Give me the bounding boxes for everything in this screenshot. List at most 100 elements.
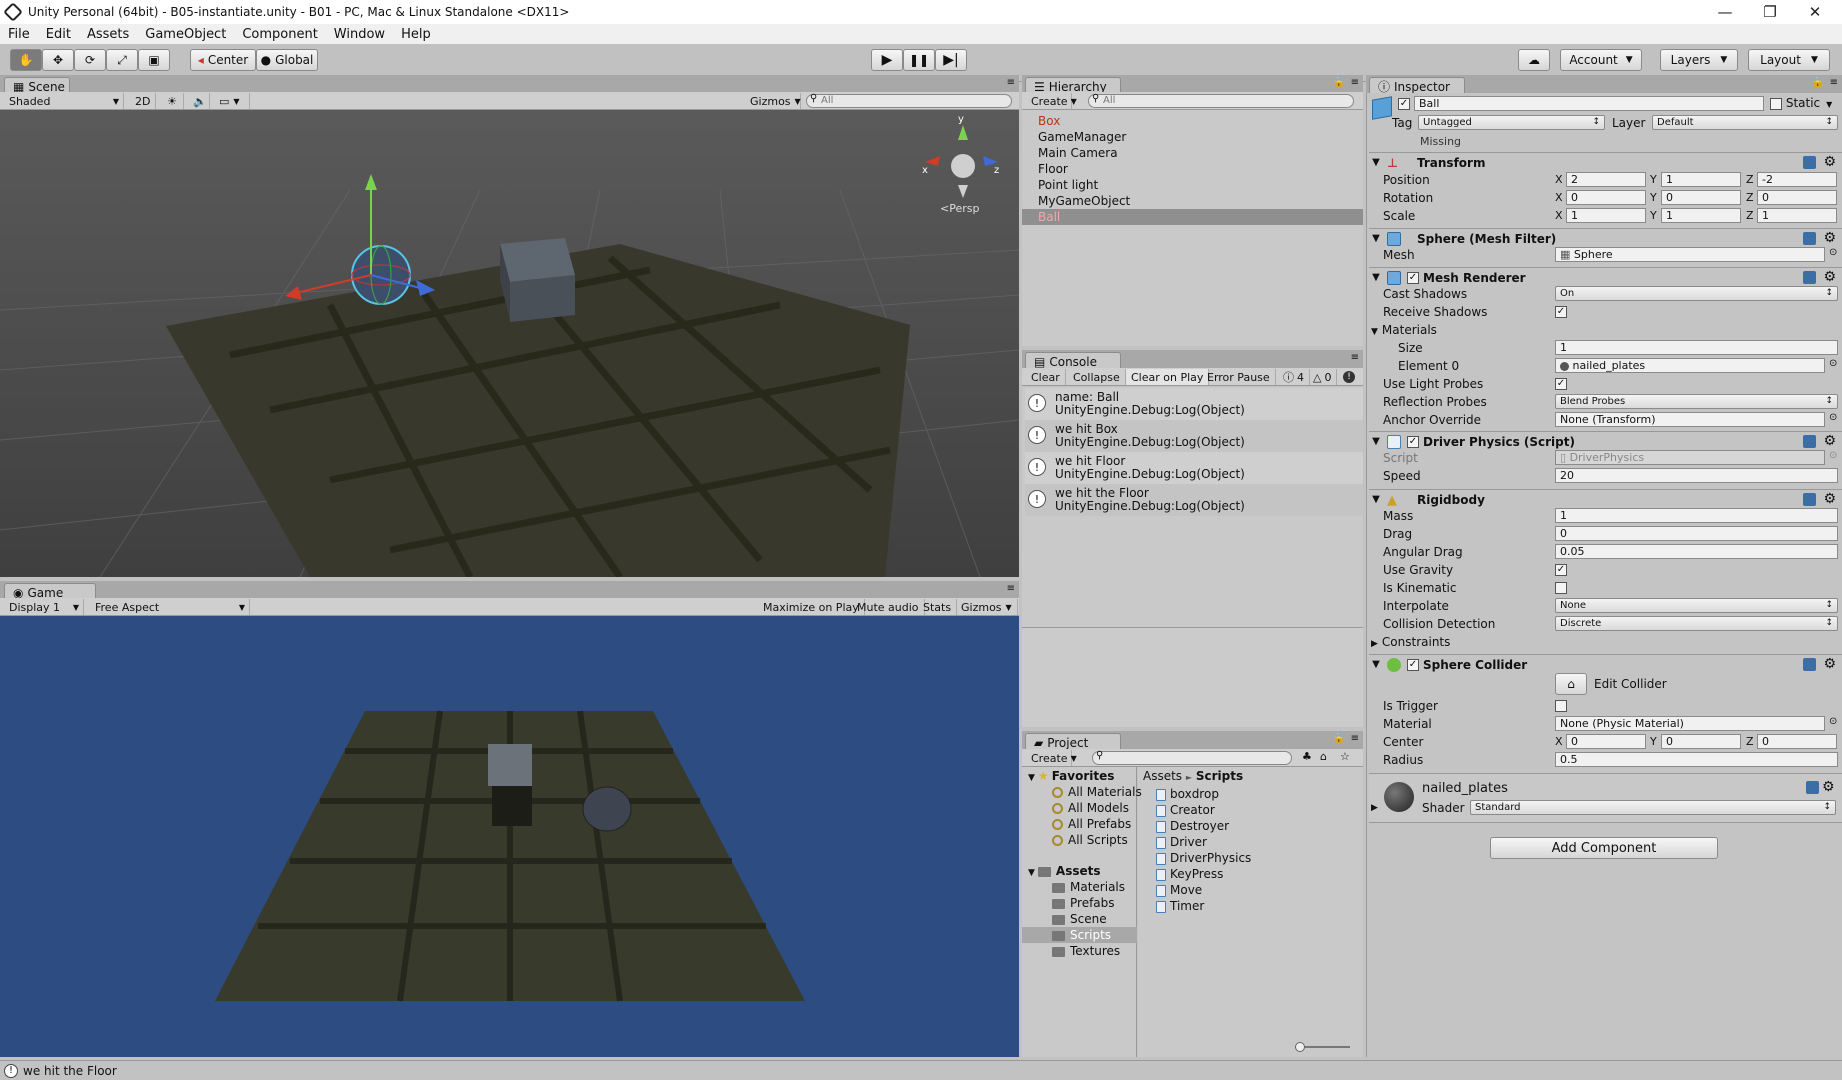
menu-window[interactable]: Window (326, 27, 393, 42)
rect-tool-button[interactable]: ▣ (138, 49, 170, 71)
status-message[interactable]: we hit the Floor (23, 1064, 117, 1078)
gear-icon[interactable]: ⚙ (1823, 491, 1836, 507)
lighting-toggle[interactable]: ☀ (162, 93, 184, 109)
drag-field[interactable]: 0 (1555, 526, 1838, 541)
hierarchy-item-main-camera[interactable]: Main Camera (1038, 146, 1118, 160)
help-icon[interactable] (1803, 493, 1816, 506)
favorite-item-materials[interactable]: All Materials (1052, 785, 1142, 799)
script-asset[interactable]: boxdrop (1156, 787, 1219, 801)
script-asset[interactable]: Driver (1156, 835, 1207, 849)
icon-size-slider[interactable] (1295, 1042, 1350, 1052)
menu-edit[interactable]: Edit (38, 27, 79, 42)
folder-materials[interactable]: Materials (1052, 880, 1125, 894)
position-x-field[interactable]: 2 (1566, 172, 1646, 187)
angular-drag-field[interactable]: 0.05 (1555, 544, 1838, 559)
add-component-button[interactable]: Add Component (1490, 837, 1718, 859)
position-z-field[interactable]: -2 (1757, 172, 1837, 187)
script-asset[interactable]: Destroyer (1156, 819, 1229, 833)
folder-textures[interactable]: Textures (1052, 944, 1120, 958)
driver-physics-header[interactable]: ▼ ✓ Driver Physics (Script) ⚙ (1369, 431, 1842, 451)
scale-x-field[interactable]: 1 (1566, 208, 1646, 223)
script-asset[interactable]: DriverPhysics (1156, 851, 1251, 865)
driver-physics-enabled-checkbox[interactable]: ✓ (1407, 435, 1419, 448)
favorites-header[interactable]: ▼ ★ Favorites (1028, 769, 1114, 783)
mesh-filter-header[interactable]: ▼ Sphere (Mesh Filter) ⚙ (1369, 228, 1842, 248)
interpolate-dropdown[interactable]: None (1555, 598, 1838, 613)
hierarchy-search-input[interactable]: All (1088, 94, 1354, 108)
edit-collider-button[interactable]: ⌂ (1555, 673, 1587, 695)
gear-icon[interactable]: ⚙ (1823, 154, 1836, 170)
object-picker-icon[interactable]: ⊙ (1829, 247, 1837, 258)
restore-button[interactable]: ❐ (1750, 0, 1790, 24)
scene-search-input[interactable]: All (806, 94, 1012, 108)
hierarchy-item-floor[interactable]: Floor (1038, 162, 1068, 176)
filter-type-icon[interactable]: ♣ (1302, 750, 1312, 763)
help-icon[interactable] (1803, 156, 1816, 169)
mode-2d-toggle[interactable]: 2D (130, 93, 156, 109)
folder-prefabs[interactable]: Prefabs (1052, 896, 1115, 910)
gameobject-name-field[interactable]: Ball (1414, 96, 1764, 111)
pivot-global-button[interactable]: ● Global (256, 49, 318, 71)
menu-component[interactable]: Component (234, 27, 325, 42)
sphere-collider-enabled-checkbox[interactable]: ✓ (1407, 658, 1419, 671)
mute-audio-toggle[interactable]: Mute audio (852, 599, 925, 615)
lock-icon[interactable]: 🔒 (1333, 77, 1345, 88)
speed-field[interactable]: 20 (1555, 468, 1838, 483)
console-error-filter[interactable]: ! (1338, 369, 1360, 385)
maximize-on-play-toggle[interactable]: Maximize on Play (758, 599, 865, 615)
assets-header[interactable]: ▼ Assets (1028, 864, 1101, 878)
is-kinematic-checkbox[interactable] (1555, 580, 1567, 594)
favorite-item-prefabs[interactable]: All Prefabs (1052, 817, 1131, 831)
mesh-renderer-header[interactable]: ▼ ✓ Mesh Renderer ⚙ (1369, 267, 1842, 287)
shader-dropdown[interactable]: Standard (1470, 800, 1836, 815)
center-y-field[interactable]: 0 (1661, 734, 1741, 749)
breadcrumb-scripts[interactable]: Scripts (1196, 769, 1243, 783)
panel-menu-icon[interactable]: ≡ (1007, 583, 1015, 594)
rotation-x-field[interactable]: 0 (1566, 190, 1646, 205)
folder-scene[interactable]: Scene (1052, 912, 1107, 926)
panel-menu-icon[interactable]: ≡ (1351, 352, 1359, 363)
close-button[interactable]: ✕ (1795, 0, 1835, 24)
gear-icon[interactable]: ⚙ (1823, 433, 1836, 449)
move-tool-button[interactable]: ✥ (42, 49, 74, 71)
hierarchy-item-ball[interactable]: Ball (1038, 210, 1060, 224)
cast-shadows-dropdown[interactable]: On (1555, 286, 1838, 301)
collision-detection-dropdown[interactable]: Discrete (1555, 616, 1838, 631)
rotation-y-field[interactable]: 0 (1661, 190, 1741, 205)
rotate-tool-button[interactable]: ⟳ (74, 49, 106, 71)
mesh-field[interactable]: ▦ Sphere (1555, 247, 1825, 262)
light-probes-checkbox[interactable]: ✓ (1555, 376, 1567, 390)
lock-icon[interactable]: 🔒 (1812, 77, 1824, 88)
gear-icon[interactable]: ⚙ (1823, 656, 1836, 672)
project-search-input[interactable] (1092, 751, 1292, 765)
layer-dropdown[interactable]: Default (1652, 115, 1838, 130)
gear-icon[interactable]: ⚙ (1823, 230, 1836, 246)
console-entry[interactable]: ! we hit Box UnityEngine.Debug:Log(Object) (1025, 420, 1363, 452)
account-dropdown[interactable]: Account ▼ (1560, 49, 1642, 71)
help-icon[interactable] (1803, 658, 1816, 671)
use-gravity-checkbox[interactable]: ✓ (1555, 562, 1567, 576)
pause-button[interactable]: ❚❚ (903, 49, 935, 71)
materials-size-field[interactable]: 1 (1555, 340, 1838, 355)
mesh-renderer-enabled-checkbox[interactable]: ✓ (1407, 271, 1419, 284)
hierarchy-create-dropdown[interactable]: Create ▼ (1026, 93, 1077, 109)
favorite-item-scripts[interactable]: All Scripts (1052, 833, 1128, 847)
hierarchy-item-mygameobject[interactable]: MyGameObject (1038, 194, 1130, 208)
aspect-dropdown[interactable]: Free Aspect ▼ (90, 599, 250, 615)
mass-field[interactable]: 1 (1555, 508, 1838, 523)
layers-dropdown[interactable]: Layers ▼ (1660, 49, 1738, 71)
gear-icon[interactable]: ⚙ (1823, 269, 1836, 285)
object-picker-icon[interactable]: ⊙ (1829, 716, 1837, 727)
panel-menu-icon[interactable]: ≡ (1351, 77, 1359, 88)
panel-menu-icon[interactable]: ≡ (1351, 733, 1359, 744)
game-gizmos-dropdown[interactable]: Gizmos ▼ (956, 599, 1018, 615)
help-icon[interactable] (1803, 435, 1816, 448)
console-entry[interactable]: ! name: Ball UnityEngine.Debug:Log(Object) (1025, 388, 1363, 420)
expand-arrow-icon[interactable]: ▶ (1371, 803, 1378, 813)
console-entry[interactable]: ! we hit the Floor UnityEngine.Debug:Log(O… (1025, 484, 1363, 516)
hierarchy-item-box[interactable]: Box (1038, 114, 1060, 128)
console-clear-button[interactable]: Clear (1026, 369, 1066, 385)
scale-z-field[interactable]: 1 (1757, 208, 1837, 223)
scene-gizmos-dropdown[interactable]: Gizmos ▼ (745, 93, 801, 109)
console-error-pause-button[interactable]: Error Pause (1202, 369, 1276, 385)
